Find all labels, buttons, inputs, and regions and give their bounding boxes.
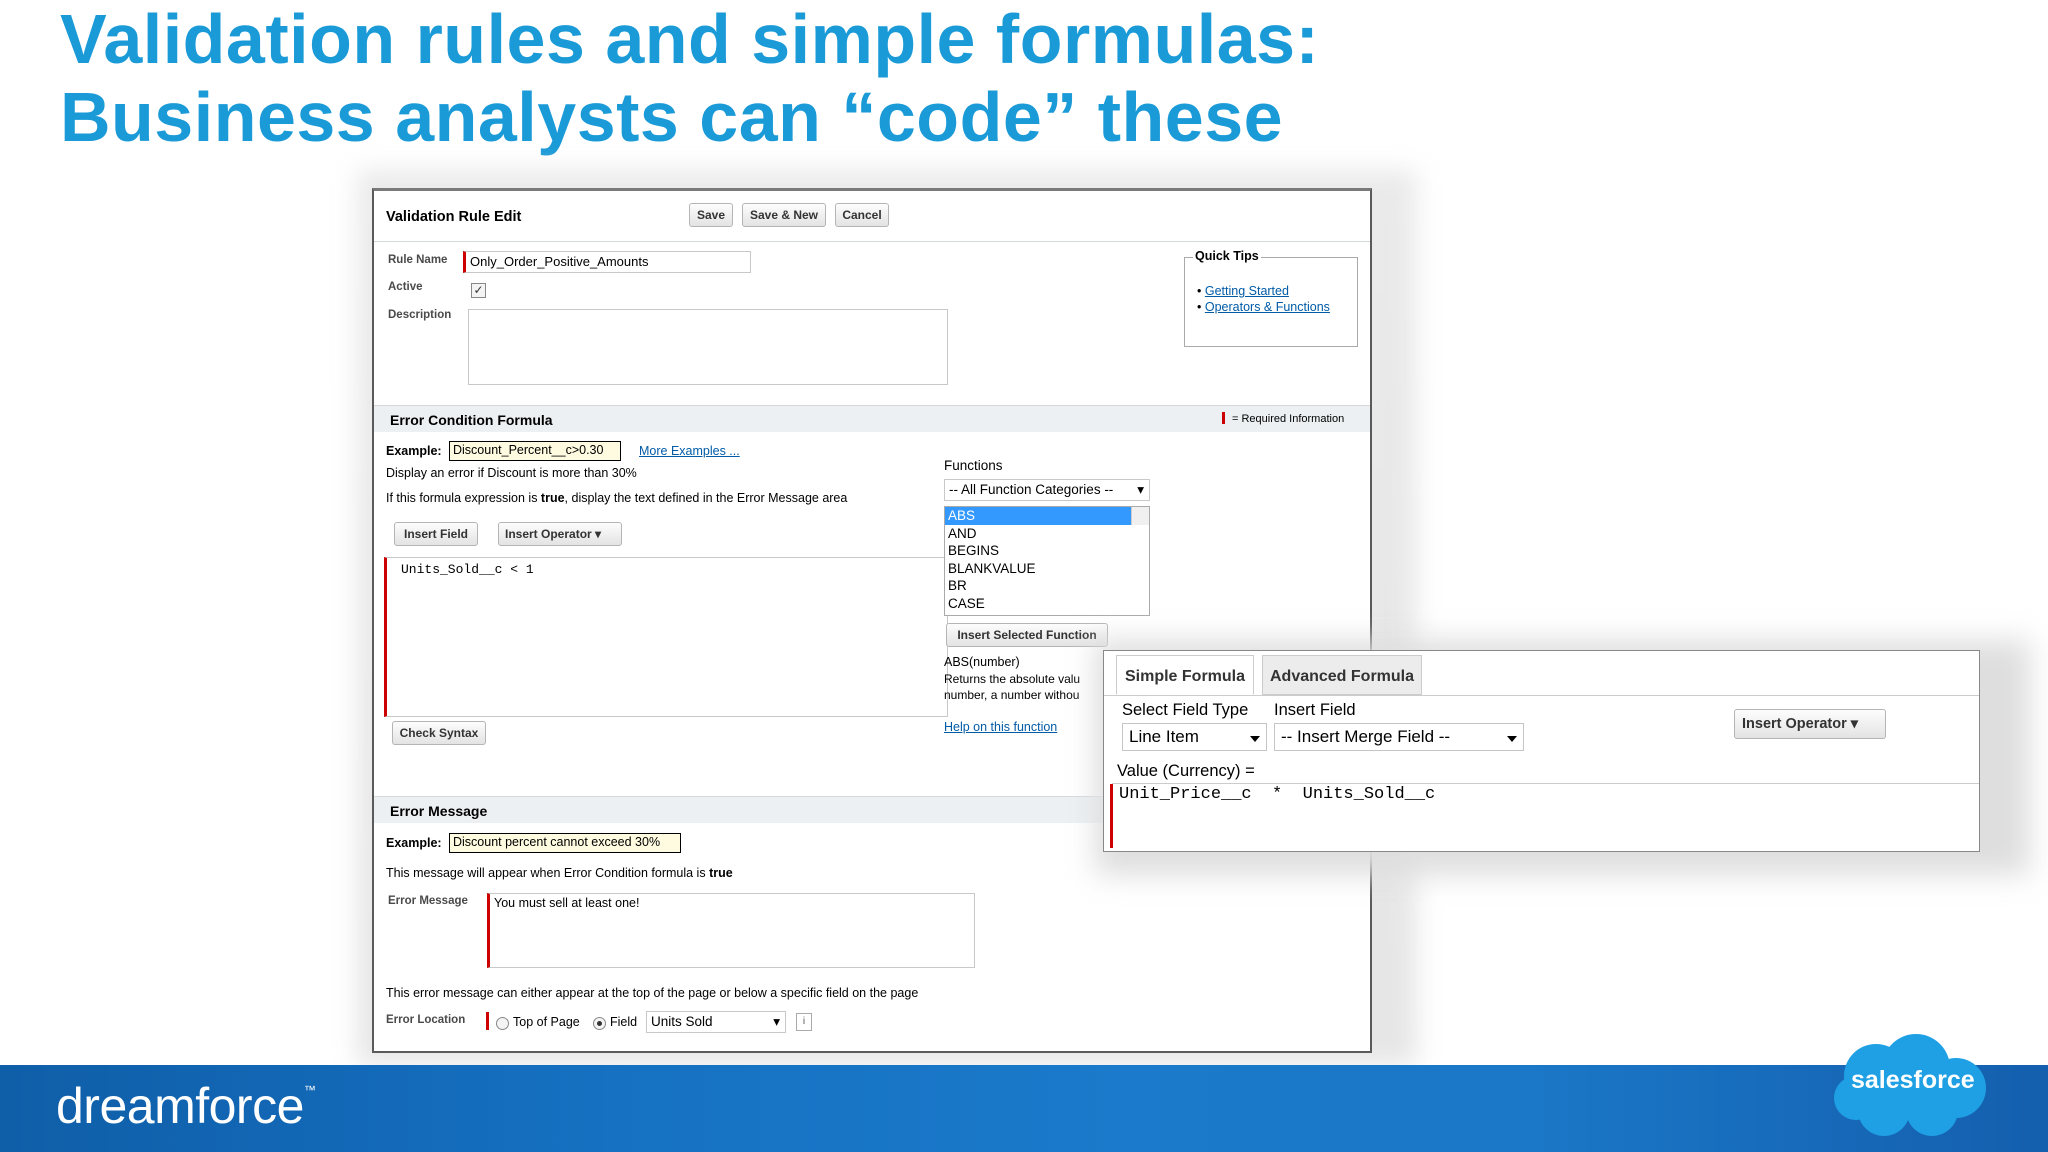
operators-functions-link[interactable]: Operators & Functions [1205, 300, 1330, 314]
top-of-page-label: Top of Page [513, 1015, 580, 1029]
error-message-textarea[interactable]: You must sell at least one! [487, 893, 975, 968]
active-checkbox[interactable]: ✓ [471, 283, 486, 298]
error-message-label: Error Message [388, 895, 468, 907]
dropdown-caret-icon: ▾ [595, 527, 602, 541]
field-radio[interactable] [593, 1017, 606, 1030]
function-description-line-1: Returns the absolute valu [944, 672, 1081, 686]
simple-formula-popup: Simple Formula Advanced Formula Select F… [1103, 650, 1980, 852]
more-examples-link[interactable]: More Examples ... [639, 444, 740, 458]
field-type-select[interactable]: Line Item [1122, 723, 1267, 751]
description-textarea[interactable] [468, 309, 948, 385]
quick-tips-title: Quick Tips [1193, 249, 1261, 263]
function-option[interactable]: AND [945, 525, 1149, 543]
popup-insert-operator-button[interactable]: Insert Operator ▾ [1734, 709, 1886, 739]
function-option[interactable]: ABS [945, 507, 1149, 525]
validation-rule-editor: Validation Rule Edit Save Save & New Can… [372, 188, 1372, 1053]
condition-example-value: Discount_Percent__c>0.30 [449, 441, 621, 461]
error-condition-section-header: Error Condition Formula = Required Infor… [374, 405, 1370, 432]
quick-tips-box: Quick Tips • Getting Started • Operators… [1184, 249, 1358, 347]
tab-divider [1104, 695, 1979, 696]
description-label: Description [388, 309, 452, 321]
condition-help-line-2: If this formula expression is true, disp… [386, 491, 848, 505]
dropdown-caret-icon: ▾ [1850, 716, 1859, 732]
editor-title: Validation Rule Edit [386, 209, 522, 225]
function-option[interactable]: BLANKVALUE [945, 560, 1149, 578]
dreamforce-logo: dreamforce™ [56, 1078, 316, 1134]
error-condition-formula-textarea[interactable]: Units_Sold__c < 1 [384, 557, 948, 717]
functions-scrollbar[interactable] [1131, 507, 1149, 525]
function-option[interactable]: CASE [945, 595, 1149, 613]
value-label: Value (Currency) = [1117, 762, 1255, 780]
error-location-note: This error message can either appear at … [386, 986, 919, 1000]
error-location-label: Error Location [386, 1014, 466, 1026]
title-line-2: Business analysts can “code” these [60, 78, 1284, 156]
insert-operator-button[interactable]: Insert Operator ▾ [498, 522, 622, 546]
save-button[interactable]: Save [689, 203, 733, 227]
getting-started-link[interactable]: Getting Started [1205, 284, 1289, 298]
rule-name-label: Rule Name [388, 254, 448, 266]
message-help-line: This message will appear when Error Cond… [386, 866, 733, 880]
condition-example-label: Example: [386, 444, 442, 458]
quick-tip-item: • Getting Started [1197, 284, 1289, 298]
check-syntax-button[interactable]: Check Syntax [392, 721, 486, 745]
function-category-select[interactable]: -- All Function Categories -- ▾ [944, 479, 1150, 501]
info-icon[interactable]: i [796, 1013, 812, 1031]
insert-selected-function-button[interactable]: Insert Selected Function [946, 623, 1108, 647]
field-type-label: Select Field Type [1122, 701, 1249, 719]
tab-simple-formula[interactable]: Simple Formula [1116, 655, 1254, 695]
dropdown-caret-icon [1507, 736, 1517, 742]
dropdown-caret-icon [1250, 736, 1260, 742]
function-help-link[interactable]: Help on this function [944, 720, 1057, 734]
error-message-title: Error Message [390, 803, 488, 819]
dropdown-caret-icon: ▾ [1137, 482, 1144, 497]
message-example-label: Example: [386, 836, 442, 850]
editor-header: Validation Rule Edit Save Save & New Can… [374, 191, 1370, 242]
error-location-field-select[interactable]: Units Sold ▾ [646, 1011, 786, 1033]
salesforce-logo-text: salesforce [1851, 1066, 1975, 1094]
message-example-value: Discount percent cannot exceed 30% [449, 833, 681, 853]
insert-field-label: Insert Field [1274, 701, 1356, 719]
simple-formula-textarea[interactable]: Unit_Price__c * Units_Sold__c [1110, 784, 1970, 848]
functions-list[interactable]: ABS AND BEGINS BLANKVALUE BR CASE [944, 506, 1150, 616]
title-line-1: Validation rules and simple formulas: [60, 0, 1320, 78]
required-legend: = Required Information [1232, 413, 1345, 425]
error-condition-title: Error Condition Formula [390, 412, 553, 428]
active-label: Active [388, 281, 423, 293]
function-description-line-2: number, a number withou [944, 688, 1080, 702]
cancel-button[interactable]: Cancel [835, 203, 889, 227]
insert-merge-field-select[interactable]: -- Insert Merge Field -- [1274, 723, 1524, 751]
slide-title: Validation rules and simple formulas: Bu… [60, 0, 1319, 156]
function-signature: ABS(number) [944, 655, 1020, 669]
dropdown-caret-icon: ▾ [773, 1014, 780, 1029]
insert-field-button[interactable]: Insert Field [394, 522, 478, 546]
tab-advanced-formula[interactable]: Advanced Formula [1262, 655, 1422, 695]
rule-name-input[interactable]: Only_Order_Positive_Amounts [463, 251, 751, 273]
functions-label: Functions [944, 458, 1003, 473]
required-marker-icon [486, 1012, 489, 1030]
function-option[interactable]: BR [945, 577, 1149, 595]
top-of-page-radio[interactable] [496, 1017, 509, 1030]
function-option[interactable]: BEGINS [945, 542, 1149, 560]
required-marker-icon [1222, 412, 1225, 424]
quick-tip-item: • Operators & Functions [1197, 300, 1330, 314]
field-option-label: Field [610, 1015, 638, 1029]
save-and-new-button[interactable]: Save & New [742, 203, 826, 227]
condition-help-line-1: Display an error if Discount is more tha… [386, 466, 637, 480]
